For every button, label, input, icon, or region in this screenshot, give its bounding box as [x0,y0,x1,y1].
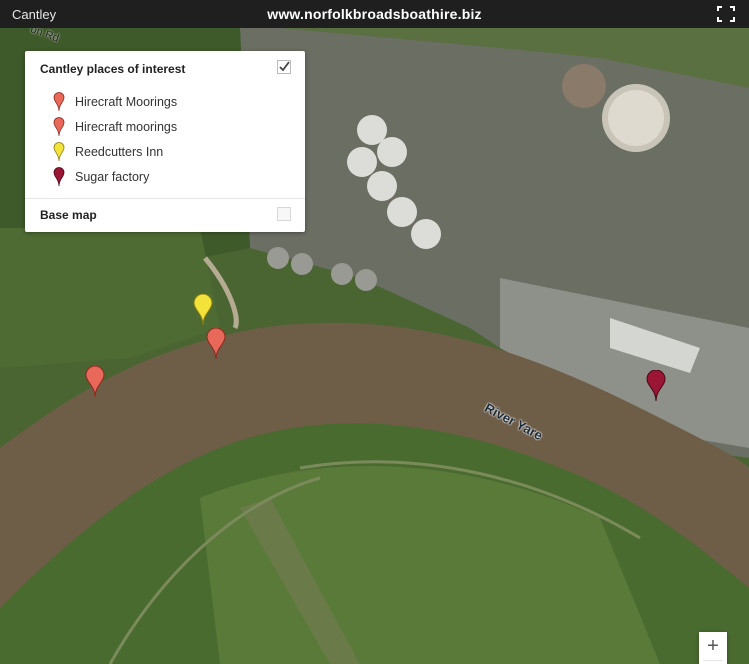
layer-checkbox-icon[interactable] [277,60,291,74]
title-bar: Cantley www.norfolkbroadsboathire.biz [0,0,749,28]
legend-item[interactable]: Reedcutters Inn [53,139,177,164]
yellow-pin-icon [53,141,65,161]
legend-heading: Cantley places of interest [40,62,186,76]
legend-divider [25,198,305,199]
legend-item[interactable]: Hirecraft moorings [53,114,177,139]
zoom-control: + − [699,632,727,664]
legend-list: Hirecraft Moorings Hirecraft moorings Re… [53,89,177,189]
red-pin-icon [53,91,65,111]
legend-item-label: Hirecraft Moorings [75,94,178,109]
fullscreen-icon[interactable] [717,6,735,22]
marker-reedcutters-inn[interactable] [193,294,213,326]
legend-panel: Cantley places of interest Hirecraft Moo… [25,51,305,232]
base-map-label: Base map [40,208,97,222]
legend-item-label: Sugar factory [75,169,150,184]
legend-item-label: Reedcutters Inn [75,144,164,159]
marker-hirecraft-moorings-2[interactable] [85,366,105,398]
zoom-in-button[interactable]: + [699,632,727,660]
maroon-pin-icon [53,166,65,186]
legend-item[interactable]: Sugar factory [53,164,177,189]
legend-item-label: Hirecraft moorings [75,119,178,134]
marker-sugar-factory[interactable] [646,370,666,402]
base-map-toggle[interactable] [277,207,291,221]
red-pin-icon [53,116,65,136]
legend-item[interactable]: Hirecraft Moorings [53,89,177,114]
site-url: www.norfolkbroadsboathire.biz [267,6,482,22]
marker-hirecraft-moorings-1[interactable] [206,328,226,360]
